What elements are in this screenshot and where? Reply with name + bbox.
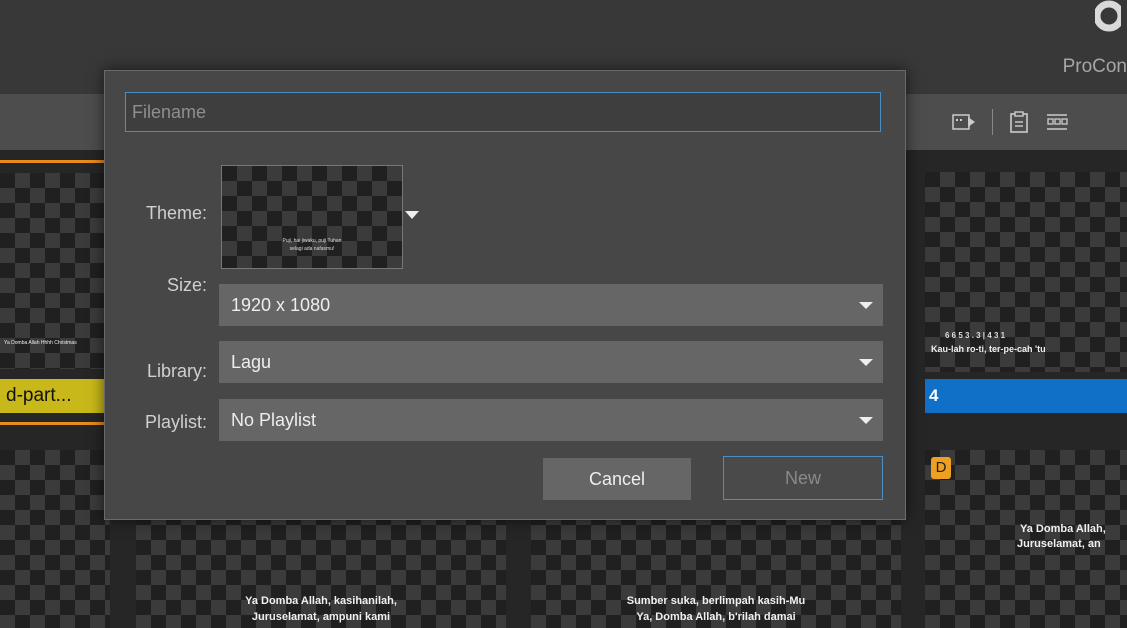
new-presentation-dialog: Theme: Puji, hai jiwaku, puji Tuhan sela… [104,70,906,520]
new-button[interactable]: New [723,456,883,500]
media-bin-icon[interactable] [952,114,976,130]
library-select-value: Lagu [231,352,272,372]
slide-number-label[interactable]: 4 [925,379,1127,413]
toolbar-icons [952,108,1069,136]
slide-lyric-line2: Juruselamat, an [1017,538,1101,550]
slide-hotkey-badge: D [931,457,951,479]
theme-thumbnail-line2: selagi ada nafasmu! [289,246,335,252]
selection-outline-bottom [0,422,104,425]
slide-caption: Ya Domba Allah Hhhh Christmas [4,340,77,346]
slide-thumbnail[interactable] [0,450,110,628]
chevron-down-icon [859,417,873,424]
chevron-down-icon [859,359,873,366]
theme-thumbnail-line1: Puji, hai jiwaku, puji Tuhan [282,238,342,244]
filename-input[interactable] [125,92,881,132]
library-label: Library: [146,361,207,381]
playlist-label: Playlist: [144,412,207,432]
size-label: Size: [166,275,207,295]
clipboard-icon[interactable] [1009,111,1029,133]
slide-notation: 6 6 5 3 . 3 | 4 3 1 [945,331,1006,340]
slide-lyric-line1: Ya Domba Allah, [1020,523,1106,535]
theme-dropdown-arrow-icon[interactable] [405,211,419,219]
slide-lyric-line1: Sumber suka, berlimpah kasih-Mu [626,595,806,607]
reflow-icon[interactable] [1045,111,1069,133]
slide-lyric-line2: Ya, Domba Allah, b'rilah damai [636,611,796,623]
slide-lyric-line1: Ya Domba Allah, kasihanilah, [245,595,397,607]
theme-thumbnail[interactable]: Puji, hai jiwaku, puji Tuhan selagi ada … [221,165,403,269]
app-logo-icon [1095,0,1121,32]
slide-thumbnail[interactable]: 6 6 5 3 . 3 | 4 3 1 Kau-lah ro-ti, ter-p… [925,172,1127,372]
slide-lyric-line2: Juruselamat, ampuni kami [251,611,391,623]
toolbar-separator [992,109,993,135]
playlist-select[interactable]: No Playlist [219,399,883,441]
app-brand: ProCon [1062,56,1127,77]
chevron-down-icon [859,302,873,309]
slide-lyric: Kau-lah ro-ti, ter-pe-cah 'tu [931,344,1046,354]
slide-thumbnail[interactable]: Ya Domba Allah, Juruselamat, an [925,450,1127,628]
cancel-button[interactable]: Cancel [543,458,691,500]
theme-label: Theme: [145,203,207,223]
size-select-value: 1920 x 1080 [231,295,331,315]
size-select[interactable]: 1920 x 1080 [219,284,883,326]
selection-outline-top [0,160,104,163]
playlist-select-value: No Playlist [231,410,317,430]
slide-thumbnail[interactable]: Ya Domba Allah Hhhh Christmas [0,173,104,369]
slide-group-label[interactable]: d-part... [0,379,104,413]
library-select[interactable]: Lagu [219,341,883,383]
